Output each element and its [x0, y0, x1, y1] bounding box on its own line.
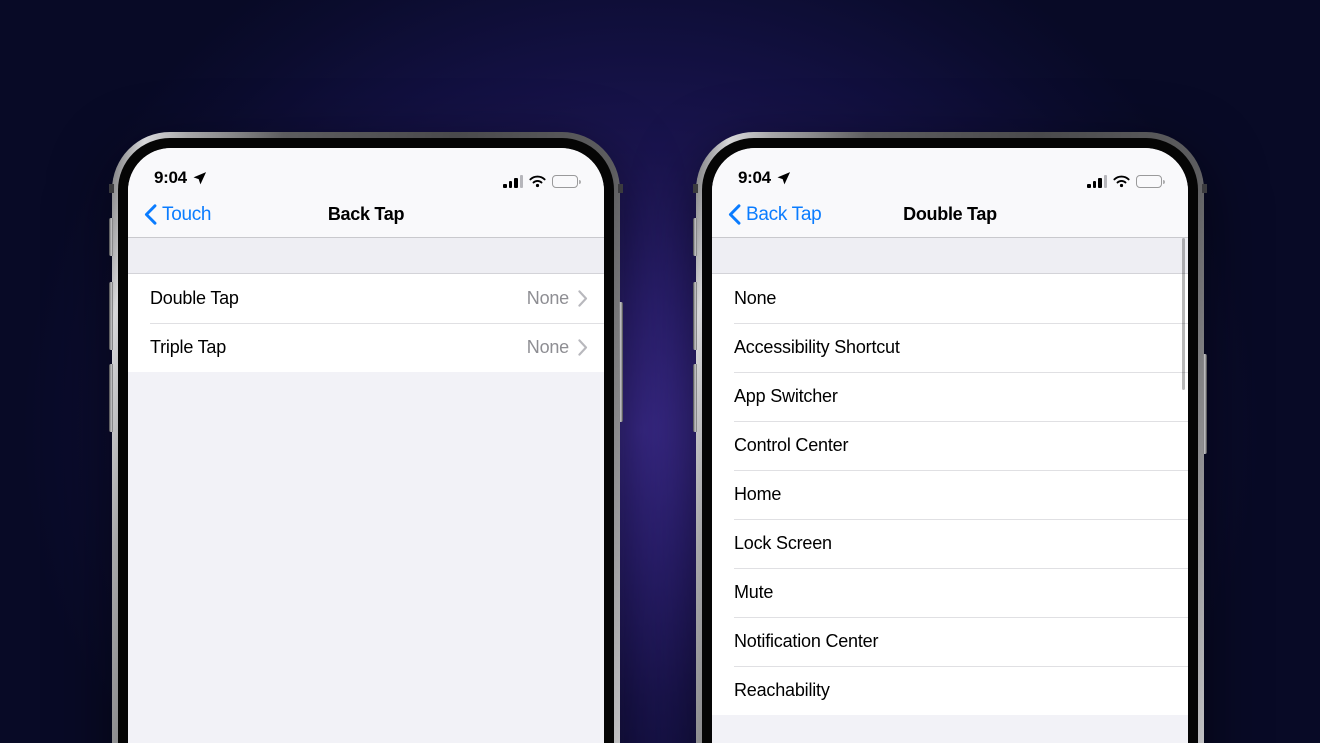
- wifi-icon: [1113, 175, 1130, 188]
- list-item-label: Control Center: [734, 435, 849, 455]
- row-value: None: [526, 337, 569, 357]
- list-item[interactable]: Lock Screen: [712, 519, 1188, 568]
- nav-bar-left: Touch Back Tap: [128, 192, 604, 238]
- ring-silent-switch[interactable]: [693, 218, 697, 256]
- back-button-label: Touch: [162, 203, 212, 225]
- row-label: Triple Tap: [150, 337, 227, 357]
- list-item[interactable]: App Switcher: [712, 372, 1188, 421]
- volume-down-button[interactable]: [109, 364, 113, 432]
- list-item-label: App Switcher: [734, 386, 838, 406]
- back-button-label: Back Tap: [746, 203, 822, 225]
- list-item[interactable]: Accessibility Shortcut: [712, 323, 1188, 372]
- row-value: None: [526, 288, 569, 308]
- status-bar-right-group: [1087, 175, 1165, 188]
- volume-up-button[interactable]: [109, 282, 113, 350]
- status-bar-left-group: 9:04: [154, 168, 207, 188]
- ring-silent-switch[interactable]: [109, 218, 113, 256]
- list-item-label: Mute: [734, 582, 774, 602]
- status-time: 9:04: [738, 168, 771, 187]
- status-bar-right: 9:04: [712, 148, 1188, 192]
- wifi-icon: [529, 175, 546, 188]
- list-item-label: None: [734, 288, 777, 308]
- list-item-label: Accessibility Shortcut: [734, 337, 900, 357]
- antenna-line-top-left: [109, 184, 114, 193]
- phone-left-bezel: 9:04 Touch Back Tap Double Tap None Trip…: [118, 138, 614, 743]
- list-item[interactable]: Notification Center: [712, 617, 1188, 666]
- location-arrow-icon: [193, 171, 206, 184]
- phone-left-screen: 9:04 Touch Back Tap Double Tap None Trip…: [128, 148, 604, 743]
- back-button-touch[interactable]: Touch: [128, 203, 212, 226]
- list-item[interactable]: Reachability: [712, 666, 1188, 715]
- status-bar-right-group: [503, 175, 581, 188]
- phone-right-bezel: 9:04 Back Tap Double Tap None Accessibil…: [702, 138, 1198, 743]
- back-button-back-tap[interactable]: Back Tap: [712, 203, 822, 226]
- antenna-line-top-right: [618, 184, 623, 193]
- chevron-right-icon: [578, 290, 588, 307]
- volume-down-button[interactable]: [693, 364, 697, 432]
- list-item[interactable]: Home: [712, 470, 1188, 519]
- location-arrow-icon: [777, 171, 790, 184]
- list-empty-area-left: [128, 372, 604, 743]
- battery-icon: [552, 175, 581, 188]
- row-accessory-group: None: [527, 288, 588, 309]
- phone-right: 9:04 Back Tap Double Tap None Accessibil…: [693, 132, 1207, 743]
- power-button[interactable]: [619, 302, 623, 422]
- row-label: Double Tap: [150, 288, 239, 308]
- status-bar-left: 9:04: [128, 148, 604, 192]
- phone-right-screen: 9:04 Back Tap Double Tap None Accessibil…: [712, 148, 1188, 743]
- table-row[interactable]: Triple Tap None: [128, 323, 604, 372]
- phone-left: 9:04 Touch Back Tap Double Tap None Trip…: [109, 132, 623, 743]
- battery-icon: [1136, 175, 1165, 188]
- chevron-right-icon: [578, 339, 588, 356]
- list-item[interactable]: Mute: [712, 568, 1188, 617]
- nav-bar-right: Back Tap Double Tap: [712, 192, 1188, 238]
- scrollbar[interactable]: [1182, 238, 1185, 390]
- list-item-label: Reachability: [734, 680, 830, 700]
- antenna-line-top-left: [693, 184, 698, 193]
- row-accessory-group: None: [527, 337, 588, 358]
- table-row[interactable]: Double Tap None: [128, 274, 604, 323]
- list-item-label: Lock Screen: [734, 533, 832, 553]
- content-left: Double Tap None Triple Tap None: [128, 238, 604, 743]
- section-spacer-left: [128, 238, 604, 274]
- power-button[interactable]: [1203, 354, 1207, 454]
- list-item-label: Notification Center: [734, 631, 879, 651]
- double-tap-action-list: None Accessibility Shortcut App Switcher…: [712, 274, 1188, 715]
- screenshot-canvas: 9:04 Touch Back Tap Double Tap None Trip…: [0, 0, 1320, 743]
- content-right: None Accessibility Shortcut App Switcher…: [712, 238, 1188, 743]
- cellular-signal-icon: [1087, 175, 1107, 188]
- list-item[interactable]: Control Center: [712, 421, 1188, 470]
- status-time: 9:04: [154, 168, 187, 187]
- chevron-left-icon: [728, 204, 741, 225]
- cellular-signal-icon: [503, 175, 523, 188]
- back-tap-list: Double Tap None Triple Tap None: [128, 274, 604, 372]
- section-spacer-right: [712, 238, 1188, 274]
- list-item-label: Home: [734, 484, 782, 504]
- antenna-line-top-right: [1202, 184, 1207, 193]
- chevron-left-icon: [144, 204, 157, 225]
- list-item[interactable]: None: [712, 274, 1188, 323]
- volume-up-button[interactable]: [693, 282, 697, 350]
- status-bar-left-group: 9:04: [738, 168, 791, 188]
